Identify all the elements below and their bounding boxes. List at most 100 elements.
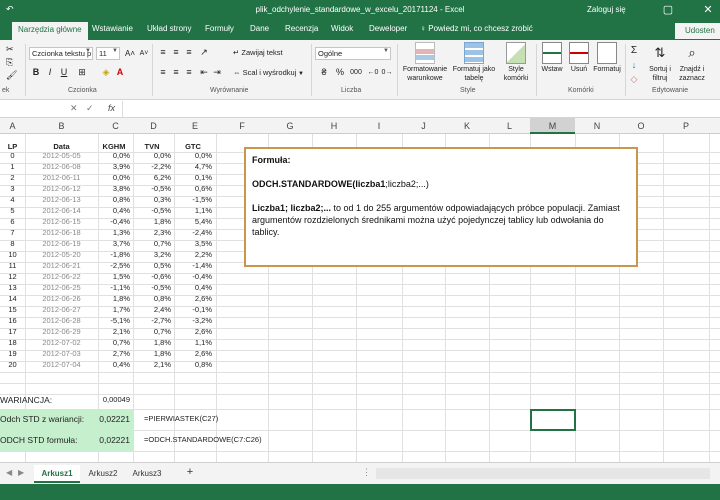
tab-developer[interactable]: Deweloper [369,24,407,33]
column-header-H[interactable]: H [312,121,356,131]
conditional-formatting-button[interactable]: Formatowanie warunkowe [400,42,450,83]
font-size-combo[interactable]: 11 ▼ [96,47,120,60]
underline-button[interactable]: U [58,66,70,79]
share-button[interactable]: Udosten [675,23,720,39]
table-cell-date[interactable]: 2012-07-04 [25,358,98,372]
autosum-button[interactable]: Σ [628,44,640,57]
clipboard-group-label: ek [2,87,10,94]
tell-me-search[interactable]: ♀ Powiedz mi, co chcesz zrobić [420,24,533,33]
variance-value[interactable]: 0,00049 [98,393,130,407]
format-cells-button[interactable]: Formatuj [592,42,622,74]
gridline [0,383,720,384]
std-formula-formula[interactable]: =ODCH.STANDARDOWE(C7:C26) [144,433,294,447]
std-variance-formula[interactable]: =PIERWIASTEK(C27) [144,412,294,426]
horizontal-scrollbar[interactable] [376,468,710,479]
tab-view[interactable]: Widok [331,24,353,33]
sheet-tab-arkusz3[interactable]: Arkusz3 [126,465,168,483]
grow-font-icon[interactable]: A˄ [124,47,136,60]
sort-filter-button[interactable]: ⇅ Sortuj i filtruj [645,42,675,83]
add-sheet-button[interactable]: + [182,465,198,483]
bold-button[interactable]: B [30,66,42,79]
column-header-P[interactable]: P [663,121,709,131]
number-format-combo[interactable]: Ogólne ▼ [315,47,391,60]
column-header-A[interactable]: A [0,121,25,131]
table-cell-kghm[interactable]: 0,4% [98,358,130,372]
cut-icon[interactable]: ✂ [6,44,14,55]
clear-icon[interactable]: ◇ [628,73,640,86]
title-bar: ↶ plik_odchylenie_standardowe_w_excelu_2… [0,0,720,20]
font-color-icon[interactable]: A [114,66,126,79]
name-box[interactable] [0,102,50,116]
align-left-icon[interactable]: ≡ [157,66,169,79]
delete-cells-button[interactable]: Usuń [566,42,592,74]
table-cell-tvn[interactable]: 2,1% [133,358,171,372]
align-center-icon[interactable]: ≡ [170,66,182,79]
increase-indent-icon[interactable]: ⇥ [211,66,223,79]
format-painter-icon[interactable]: 🖌 [6,70,17,81]
separator [152,44,153,96]
scroll-left-icon[interactable]: ◀ [6,468,12,477]
align-middle-icon[interactable]: ≡ [170,46,182,59]
insert-cells-label: Wstaw [541,66,563,73]
column-header-O[interactable]: O [619,121,663,131]
align-right-icon[interactable]: ≡ [183,66,195,79]
column-header-F[interactable]: F [216,121,268,131]
insert-cells-button[interactable]: Wstaw [538,42,566,74]
column-header-B[interactable]: B [25,121,98,131]
tab-page-layout[interactable]: Układ strony [147,24,191,33]
cell-styles-button[interactable]: Style komórki [500,42,532,83]
restore-icon[interactable]: ▢ [660,2,676,18]
thousands-button[interactable]: 000 [348,66,364,79]
percent-button[interactable]: % [334,66,346,79]
column-header-I[interactable]: I [356,121,402,131]
cancel-icon[interactable]: ✕ [70,103,78,114]
tab-data[interactable]: Dane [250,24,269,33]
column-header-J[interactable]: J [402,121,445,131]
table-cell-lp[interactable]: 20 [0,358,25,372]
scroll-right-icon[interactable]: ▶ [18,468,24,477]
column-header-D[interactable]: D [133,121,174,131]
format-as-table-button[interactable]: Formatuj jako tabelę [452,42,496,83]
signin-link[interactable]: Zaloguj się [587,5,626,14]
copy-icon[interactable]: ⎘ [6,57,13,68]
column-header-E[interactable]: E [174,121,216,131]
formula-textbox[interactable]: Formuła: ODCH.STANDARDOWE(liczba1;liczba… [244,147,638,267]
table-cell-gtc[interactable]: 0,8% [174,358,212,372]
active-cell[interactable] [530,409,576,431]
column-header-L[interactable]: L [489,121,530,131]
column-header-M[interactable]: M [530,118,575,134]
formula-input[interactable] [122,101,720,117]
merge-center-button[interactable]: ⇔ Scal i wyśrodkuj ▼ [233,68,304,77]
decrease-indent-icon[interactable]: ⇤ [198,66,210,79]
fx-icon[interactable]: fx [108,103,115,113]
borders-icon[interactable]: ⊞ [76,66,88,79]
enter-icon[interactable]: ✓ [86,103,94,114]
italic-button[interactable]: I [44,66,56,79]
tab-review[interactable]: Recenzja [285,24,318,33]
increase-decimal-icon[interactable]: ←0 [367,66,379,79]
std-formula-value[interactable]: 0,02221 [98,433,130,447]
column-header-K[interactable]: K [445,121,489,131]
decrease-decimal-icon[interactable]: 0→ [381,66,393,79]
sheet-tab-arkusz2[interactable]: Arkusz2 [82,465,124,483]
tab-formulas[interactable]: Formuły [205,24,234,33]
find-select-button[interactable]: ⌕ Znajdź i zaznacz [676,42,708,83]
currency-icon[interactable]: ₴ [318,66,330,79]
font-name-combo[interactable]: Czcionka tekstu p ▼ [29,47,93,60]
close-icon[interactable]: ✕ [700,2,716,18]
column-header-N[interactable]: N [575,121,619,131]
tab-insert[interactable]: Wstawianie [92,24,133,33]
column-header-G[interactable]: G [268,121,312,131]
align-bottom-icon[interactable]: ≡ [183,46,195,59]
tab-home[interactable]: Narzędzia główne [12,22,88,40]
shrink-font-icon[interactable]: A˅ [138,47,150,60]
fill-color-icon[interactable]: ◈ [100,66,112,79]
fill-down-icon[interactable]: ↓ [628,59,640,72]
column-header-C[interactable]: C [98,121,133,131]
sheet-tab-arkusz1[interactable]: Arkusz1 [34,465,80,483]
std-variance-value[interactable]: 0,02221 [98,412,130,426]
align-top-icon[interactable]: ≡ [157,46,169,59]
wrap-text-button[interactable]: ↵ Zawijaj tekst [233,48,283,57]
orientation-icon[interactable]: ↗ [198,46,210,59]
more-options-icon[interactable]: ⋮ [362,467,371,478]
